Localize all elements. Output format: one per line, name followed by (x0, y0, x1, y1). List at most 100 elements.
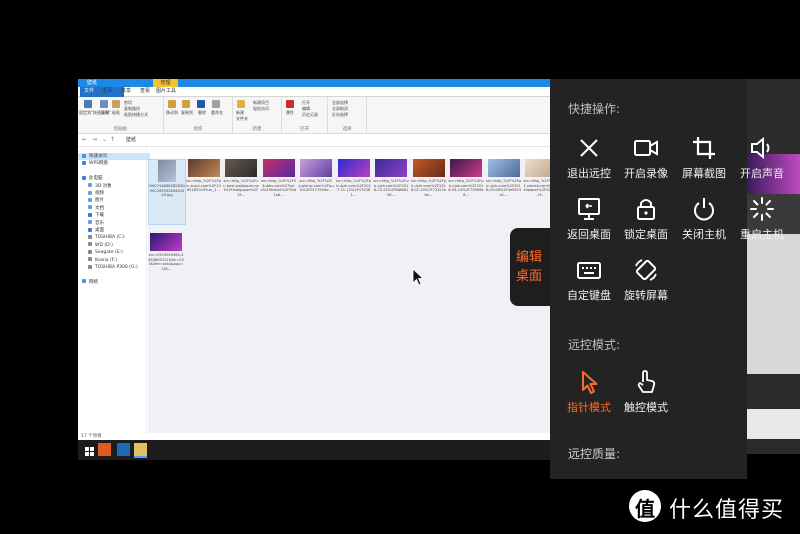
windows-start-icon[interactable] (83, 443, 96, 456)
file-item[interactable]: src=http_%2F%2Fcn.best-wallpaper.net%2Fw… (223, 159, 259, 223)
nav-item[interactable]: TOSHIBA (C:) (78, 234, 156, 241)
nav-item-icon (82, 153, 86, 158)
new-group-label: 新建 (252, 127, 262, 132)
nav-item[interactable]: TOSHIBA P300 (G:) (78, 264, 156, 271)
nav-item[interactable]: 图片 (78, 197, 156, 204)
paste-shortcut-label[interactable]: 粘贴快捷方式 (124, 112, 148, 118)
file-item[interactable]: src=http_%2F%2F03ubbs.com%2Fpics%2Fartic… (261, 159, 297, 223)
up-icon[interactable]: ↑ (110, 136, 115, 143)
nav-item[interactable]: 下载 (78, 212, 156, 219)
file-item[interactable]: src=http_%2F%2Fpic.zjzh.com%2F2017-11-12… (336, 159, 372, 223)
file-item[interactable]: src=http_%2F%2Fg.phinsj.com%2Fpub%2F0177… (298, 159, 334, 223)
edit-desktop-tab[interactable]: 编辑 桌面 (510, 228, 550, 306)
file-name: src=http_%2F%2Fpic.zjzh.com%2F2017-11-12… (335, 179, 372, 197)
copy-to-icon[interactable] (182, 100, 190, 108)
nav-item[interactable]: 文档 (78, 205, 156, 212)
nav-item[interactable]: 3D 对象 (78, 183, 156, 190)
exit-remote-button[interactable]: 退出远控 (559, 135, 619, 191)
file-item[interactable]: src=http_%2F%2Fpic.zjzh.com%2F2018-03-22… (373, 159, 409, 223)
invert-selection-label[interactable]: 反向选择 (332, 112, 348, 118)
restart-host-button[interactable]: 重启主机 (732, 196, 792, 252)
rename-icon[interactable] (212, 100, 220, 108)
nav-item[interactable]: Seagate (E:) (78, 249, 156, 256)
forward-icon[interactable]: → (92, 136, 97, 143)
nav-item[interactable]: 桌面 (78, 227, 156, 234)
manage-context-tab[interactable]: 管理 (153, 79, 178, 87)
file-item[interactable]: src=http_%2F%2Fpic.zjzh.com%2F2018-03-06… (486, 159, 522, 223)
nav-item-label: 快速访问 (89, 154, 107, 159)
new-group: 新建 文件夹 新建项目 轻松访问 新建 (233, 97, 282, 133)
screenshot-button[interactable]: 屏幕截图 (674, 135, 734, 191)
file-name: src=http_%2F%2Fg.phinsj.com%2Fpub%2F0177… (298, 179, 334, 193)
rotate-screen-button[interactable]: 旋转屏幕 (616, 257, 676, 313)
nav-item[interactable]: Kioxia (F:) (78, 257, 156, 264)
pin-icon[interactable] (84, 100, 92, 108)
rotate-screen-label: 旋转屏幕 (624, 289, 668, 302)
item-count: 17 个项目 (81, 434, 102, 439)
back-icon[interactable]: ← (82, 136, 87, 143)
remote-desktop-view[interactable]: 壁纸 管理 文件 主页 共享 查看 图片工具 固定到"快速访问" 复制 粘贴 剪… (78, 79, 550, 460)
shutdown-host-button[interactable]: 关闭主机 (674, 196, 734, 252)
breadcrumb[interactable]: 壁纸 (126, 135, 136, 145)
file-thumbnail (158, 160, 176, 182)
nav-item[interactable]: 视频 (78, 190, 156, 197)
tab-share[interactable]: 共享 (121, 87, 131, 96)
tab-view[interactable]: 查看 (140, 87, 150, 96)
file-item[interactable]: src=http_%2F%2Fpic.zcool.com%2F1365183%2… (186, 159, 222, 223)
nav-item[interactable]: 音乐 (78, 220, 156, 227)
recent-dropdown-icon[interactable]: ⌄ (102, 136, 107, 143)
file-item[interactable]: src=http_%2F%2Fpic.zjzh.com%2F2018-04-14… (448, 159, 484, 223)
address-bar[interactable]: ← → ⌄ ↑ 壁纸 (78, 134, 550, 147)
file-name: src=http_%2F%2Fpic.zjzh.com%2F2018-04-14… (448, 179, 484, 197)
tab-picture-tools[interactable]: 图片工具 (156, 87, 176, 96)
nav-item-icon (82, 160, 86, 165)
windows-taskbar (78, 440, 550, 460)
easy-access-label[interactable]: 轻松访问 (253, 106, 269, 112)
nav-item-label: 视频 (95, 191, 104, 196)
tab-home[interactable]: 主页 (102, 87, 112, 96)
exit-remote-label: 退出远控 (567, 167, 611, 180)
custom-keyboard-button[interactable]: 自定键盘 (559, 257, 619, 313)
mouse-cursor-icon (412, 268, 424, 286)
file-item[interactable]: src=http_%2F%2Fpic.zjzh.com%2F2018-07-10… (411, 159, 447, 223)
paste-label: 粘贴 (112, 110, 120, 115)
nav-item[interactable] (78, 168, 150, 175)
touch-mode-button[interactable]: 触控模式 (616, 369, 676, 425)
nav-item[interactable]: WPS网盘 (78, 160, 150, 167)
shutdown-host-label: 关闭主机 (682, 228, 726, 241)
organize-group-label: 组织 (193, 127, 203, 132)
pointer-mode-button[interactable]: 指针模式 (559, 369, 619, 425)
nav-item[interactable]: 此电脑 (78, 175, 150, 182)
rotate-screen-icon (635, 259, 657, 281)
watermark-text: 什么值得买 (669, 498, 785, 523)
speaker-icon (751, 136, 770, 160)
file-name: src=http_%2F%2Fcn.best-wallpaper.net%2Fw… (223, 179, 259, 197)
file-grid: D0074A8804B283D90C26593284444343.jpg src=… (148, 159, 550, 439)
nav-item[interactable]: 网络 (78, 279, 150, 286)
taskbar-app-icon[interactable] (117, 443, 130, 456)
new-folder-icon[interactable] (237, 100, 245, 108)
file-item[interactable]: src=http_%2F%2Fc1.sdnlab.com%2Fwallpaper… (523, 159, 550, 223)
watermark-logo-glyph: 值 (635, 497, 655, 521)
return-desktop-button[interactable]: 返回桌面 (559, 196, 619, 252)
file-item[interactable]: src=2593040984,4083809121&fm=253&fmt=aut… (148, 233, 184, 297)
history-label[interactable]: 历史记录 (302, 112, 318, 118)
move-to-icon[interactable] (168, 100, 176, 108)
nav-item-icon (82, 168, 86, 172)
delete-icon[interactable] (197, 100, 205, 108)
nav-item[interactable] (78, 271, 150, 278)
nav-item[interactable]: 快速访问 (78, 153, 150, 160)
nav-item[interactable]: WD (D:) (78, 242, 156, 249)
file-explorer-taskbar-icon[interactable] (134, 443, 147, 458)
copy-icon[interactable] (100, 100, 108, 108)
file-name: src=http_%2F%2Fpic.zjzh.com%2F2018-03-06… (485, 179, 522, 197)
file-thumbnail (337, 159, 370, 177)
file-item[interactable]: D0074A8804B283D90C26593284444343.jpg (148, 159, 186, 225)
start-recording-button[interactable]: 开启录像 (616, 135, 676, 191)
properties-label: 属性 (286, 110, 294, 115)
paste-icon[interactable] (112, 100, 120, 108)
properties-icon[interactable] (286, 100, 294, 108)
taskbar-app-icon[interactable] (98, 443, 111, 456)
enable-sound-button[interactable]: 开启声音 (732, 135, 792, 191)
lock-desktop-button[interactable]: 锁定桌面 (616, 196, 676, 252)
